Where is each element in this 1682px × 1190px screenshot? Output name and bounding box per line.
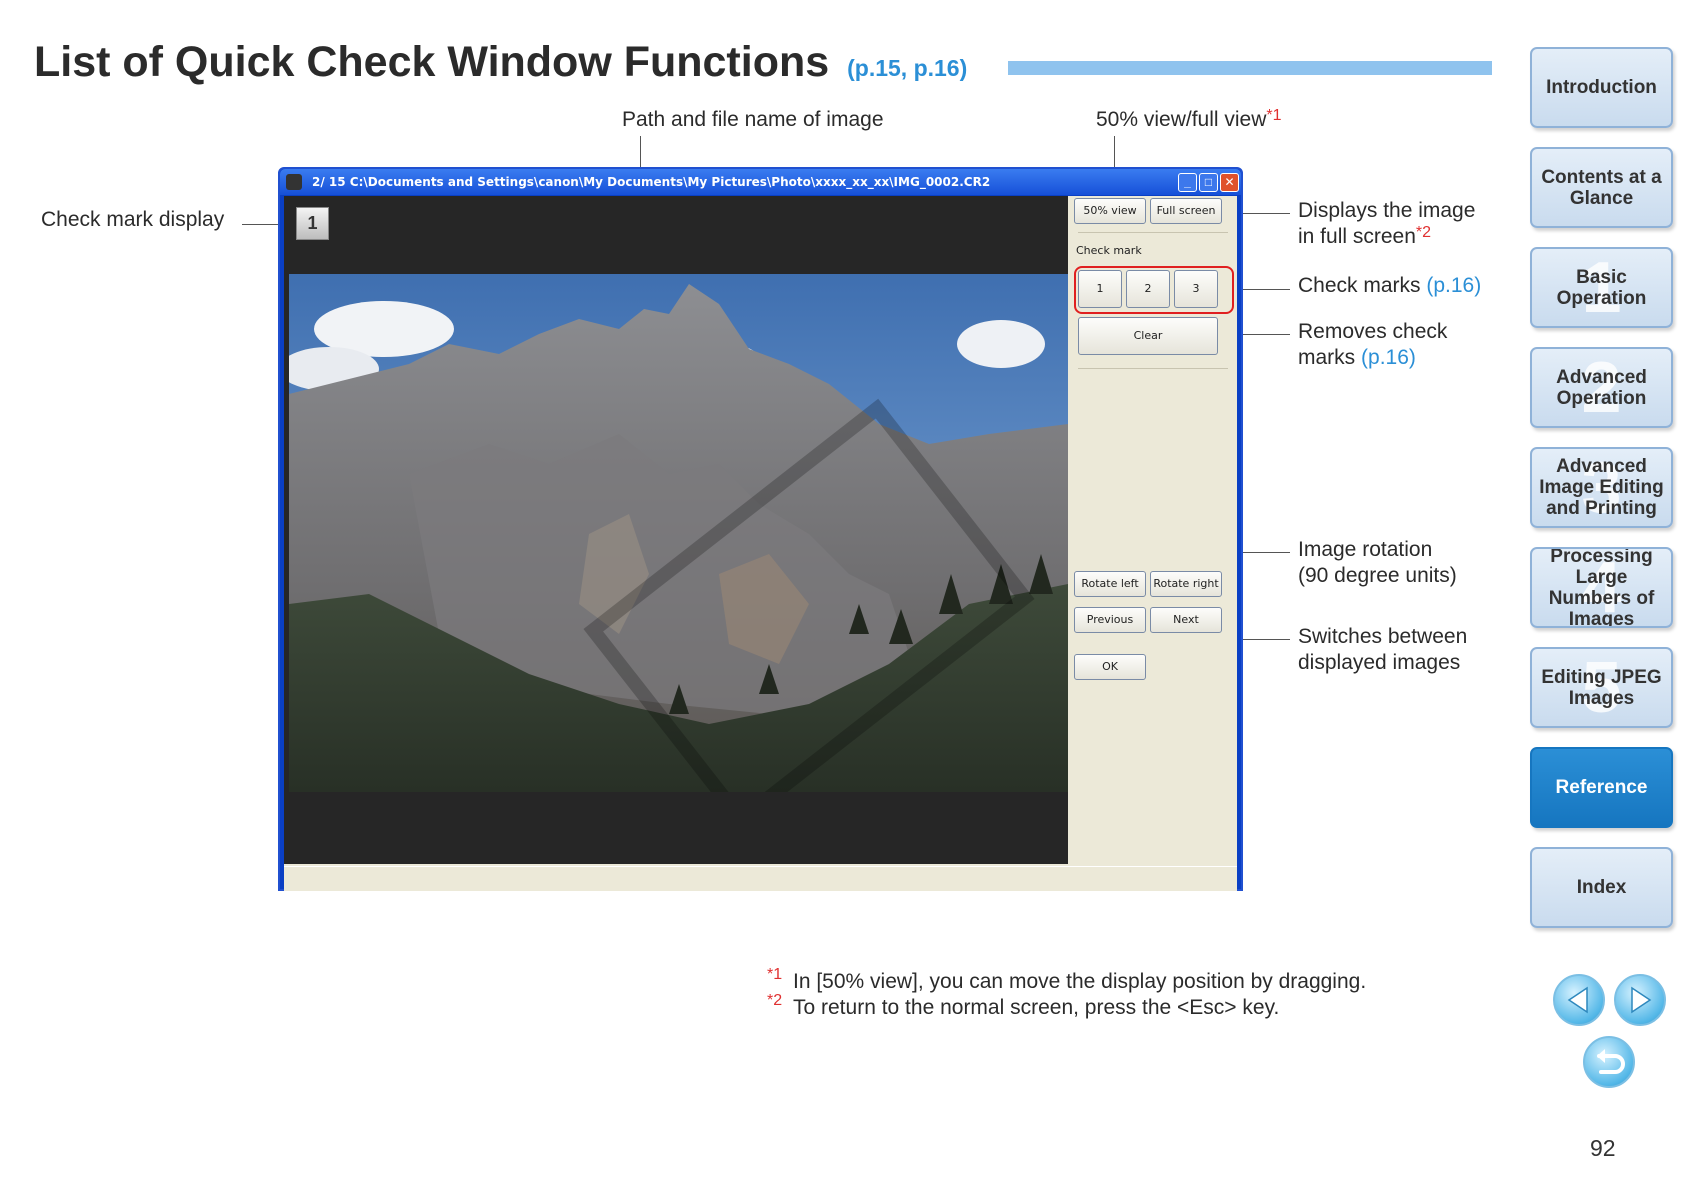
- nav-basic-label: Basic Operation: [1556, 266, 1647, 309]
- callout-checkmarks-text: Check marks: [1298, 274, 1421, 297]
- nav-contents-at-a-glance[interactable]: Contents at a Glance: [1530, 147, 1673, 228]
- ok-button[interactable]: OK: [1074, 654, 1146, 680]
- check-mark-label: Check mark: [1076, 244, 1142, 257]
- callout-rotation-line2: (90 degree units): [1298, 564, 1457, 587]
- rotate-left-button[interactable]: Rotate left: [1074, 571, 1146, 597]
- check-mark-3-button[interactable]: 3: [1174, 270, 1218, 308]
- nav-reference[interactable]: Reference: [1530, 747, 1673, 828]
- mountain-photo[interactable]: [289, 274, 1068, 792]
- nav-advanced-label: Advanced Operation: [1556, 366, 1647, 409]
- check-mark-badge: 1: [296, 207, 329, 240]
- page-title-ref-link[interactable]: (p.15, p.16): [847, 55, 967, 81]
- footnote-1-text: In [50% view], you can move the display …: [793, 970, 1367, 993]
- image-viewer[interactable]: 1: [284, 196, 1068, 864]
- quick-check-window: 2/ 15 C:\Documents and Settings\canon\My…: [278, 167, 1243, 891]
- callout-rotation: Image rotation (90 degree units): [1298, 537, 1457, 589]
- previous-button[interactable]: Previous: [1074, 607, 1146, 633]
- nav-contents-label: Contents at a Glance: [1541, 166, 1662, 209]
- callout-switch-line2: displayed images: [1298, 651, 1461, 674]
- mountain-photo-svg: [289, 274, 1068, 792]
- nav-advanced-image-editing[interactable]: 3 Advanced Image Editing and Printing: [1530, 447, 1673, 528]
- check-mark-1-button[interactable]: 1: [1078, 270, 1122, 308]
- nav-image-editing-label: Advanced Image Editing and Printing: [1539, 456, 1664, 519]
- callout-switch-line1: Switches between: [1298, 625, 1468, 648]
- callout-checkmarks-ref-link[interactable]: (p.16): [1426, 274, 1481, 297]
- callout-view: 50% view/full view*1: [1096, 107, 1282, 133]
- callout-fullscreen: Displays the image in full screen*2: [1298, 198, 1475, 250]
- footnote-2-star: *2: [767, 992, 783, 1009]
- arrow-right-icon: [1631, 986, 1652, 1014]
- full-screen-button[interactable]: Full screen: [1150, 198, 1222, 224]
- footnote-1: *1 In [50% view], you can move the displ…: [767, 966, 1367, 994]
- maximize-icon[interactable]: □: [1199, 173, 1218, 192]
- separator-middle: [1078, 368, 1228, 369]
- page-title-text: List of Quick Check Window Functions: [34, 38, 830, 86]
- callout-path: Path and file name of image: [622, 108, 884, 131]
- callout-clear-line2: marks (p.16): [1298, 345, 1447, 371]
- callout-checkmarks: Check marks (p.16): [1298, 273, 1481, 299]
- callout-clear: Removes check marks (p.16): [1298, 319, 1447, 371]
- callout-fullscreen-text2: in full screen: [1298, 225, 1416, 248]
- clear-button[interactable]: Clear: [1078, 317, 1218, 355]
- footnote-1-star: *1: [767, 966, 783, 983]
- nav-advanced-operation[interactable]: 2 Advanced Operation: [1530, 347, 1673, 428]
- previous-page-button[interactable]: [1553, 974, 1605, 1026]
- nav-processing-label: Processing Large Numbers of Images: [1548, 547, 1655, 628]
- view-50-button[interactable]: 50% view: [1074, 198, 1146, 224]
- arrow-left-icon: [1567, 986, 1588, 1014]
- page-number: 92: [1590, 1135, 1616, 1161]
- nav-index-label: Index: [1576, 877, 1627, 898]
- title-underline-bar: [1008, 61, 1492, 75]
- callout-fullscreen-star: *2: [1415, 224, 1432, 241]
- return-button[interactable]: [1583, 1036, 1635, 1088]
- nav-index[interactable]: Index: [1530, 847, 1673, 928]
- footnote-2-text: To return to the normal screen, press th…: [793, 996, 1280, 1019]
- nav-introduction-label: Introduction: [1546, 77, 1657, 98]
- nav-jpeg-label: Editing JPEG Images: [1541, 666, 1662, 709]
- callout-clear-text2: marks: [1298, 346, 1356, 369]
- window-body: 1 50% view Full screen Check mark 1 2 3 …: [284, 196, 1237, 891]
- rotate-right-button[interactable]: Rotate right: [1150, 571, 1222, 597]
- callout-fullscreen-line2: in full screen*2: [1298, 224, 1475, 250]
- leader-line-path: [640, 136, 641, 170]
- nav-basic-operation[interactable]: 1 Basic Operation: [1530, 247, 1673, 328]
- callout-view-text: 50% view/full view: [1096, 108, 1267, 131]
- check-mark-2-button[interactable]: 2: [1126, 270, 1170, 308]
- footnote-2: *2 To return to the normal screen, press…: [767, 992, 1280, 1020]
- callout-switch: Switches between displayed images: [1298, 624, 1467, 676]
- page-title: List of Quick Check Window Functions (p.…: [34, 38, 967, 87]
- callout-clear-line1: Removes check: [1298, 320, 1448, 343]
- close-icon[interactable]: ✕: [1220, 173, 1239, 192]
- nav-processing-large-numbers[interactable]: 4 Processing Large Numbers of Images: [1530, 547, 1673, 628]
- window-title-text: 2/ 15 C:\Documents and Settings\canon\My…: [312, 175, 991, 189]
- leader-line-checkmarks: [1236, 289, 1290, 290]
- return-icon: [1597, 1049, 1625, 1074]
- nav-editing-jpeg[interactable]: 5 Editing JPEG Images: [1530, 647, 1673, 728]
- minimize-icon[interactable]: _: [1178, 173, 1197, 192]
- callout-checkmark-display: Check mark display: [41, 208, 225, 231]
- separator-top: [1078, 232, 1228, 233]
- status-bar: [284, 866, 1237, 888]
- control-panel: 50% view Full screen Check mark 1 2 3 Cl…: [1068, 196, 1237, 864]
- callout-view-star: *1: [1266, 107, 1282, 124]
- nav-reference-label: Reference: [1555, 777, 1648, 798]
- window-title-bar: 2/ 15 C:\Documents and Settings\canon\My…: [280, 169, 1241, 195]
- next-page-button[interactable]: [1614, 974, 1666, 1026]
- next-button[interactable]: Next: [1150, 607, 1222, 633]
- callout-fullscreen-line1: Displays the image: [1298, 199, 1476, 222]
- nav-introduction[interactable]: Introduction: [1530, 47, 1673, 128]
- callout-rotation-line1: Image rotation: [1298, 538, 1433, 561]
- callout-clear-ref-link[interactable]: (p.16): [1361, 346, 1416, 369]
- app-icon: [286, 174, 302, 190]
